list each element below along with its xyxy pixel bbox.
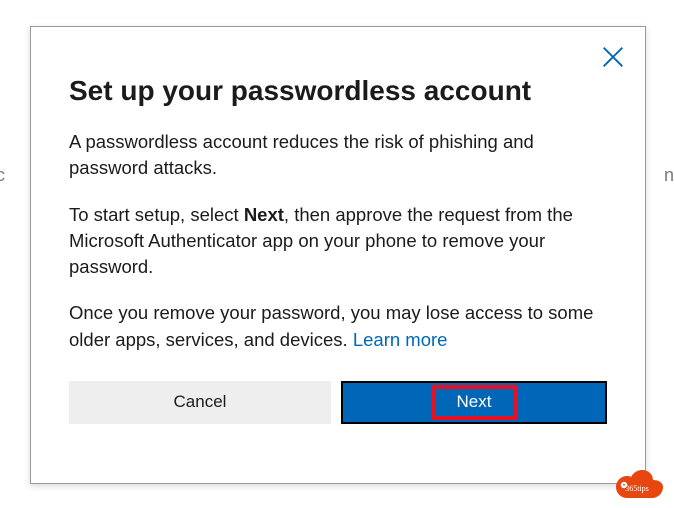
close-button[interactable] <box>599 43 627 71</box>
next-button[interactable]: Next <box>341 381 607 424</box>
para2-bold-next: Next <box>244 204 284 225</box>
cancel-button[interactable]: Cancel <box>69 381 331 424</box>
para2-text-a: To start setup, select <box>69 204 244 225</box>
dialog-body: A passwordless account reduces the risk … <box>69 129 607 353</box>
paragraph-2: To start setup, select Next, then approv… <box>69 202 607 281</box>
paragraph-1: A passwordless account reduces the risk … <box>69 129 607 182</box>
learn-more-link[interactable]: Learn more <box>353 329 448 350</box>
button-row: Cancel Next <box>69 381 607 424</box>
paragraph-3: Once you remove your password, you may l… <box>69 300 607 353</box>
passwordless-setup-dialog: Set up your passwordless account A passw… <box>30 26 646 484</box>
site-badge: 365tips <box>608 465 666 503</box>
backdrop-text-right: np <box>664 165 674 186</box>
dialog-title: Set up your passwordless account <box>69 75 607 107</box>
para3-text: Once you remove your password, you may l… <box>69 302 593 349</box>
badge-text: 365tips <box>625 484 649 493</box>
next-button-label: Next <box>457 392 492 412</box>
close-icon <box>599 43 627 71</box>
backdrop-text-left: rec <box>0 165 5 186</box>
cloud-icon: 365tips <box>608 465 666 503</box>
